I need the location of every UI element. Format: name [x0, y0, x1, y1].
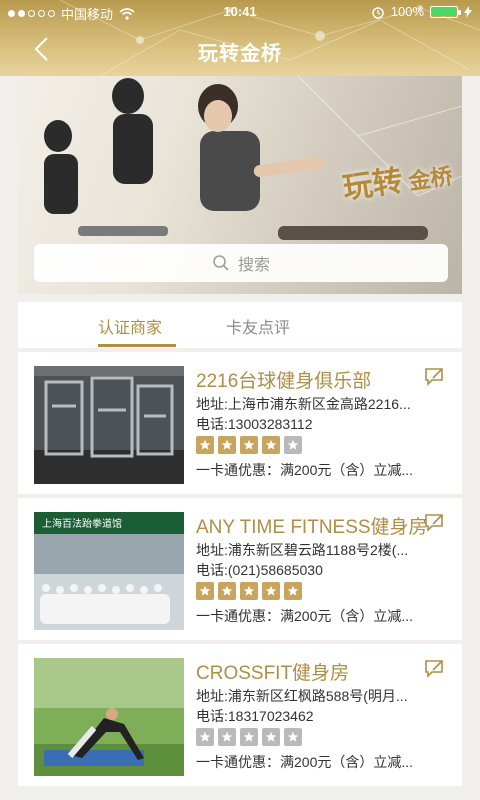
merchant-name: 2216台球健身俱乐部 — [196, 371, 372, 392]
merchant-address: 地址:上海市浦东新区金高路2216... — [196, 396, 411, 412]
star-empty-icon — [262, 728, 280, 746]
star-filled-icon — [218, 582, 236, 600]
tab-certified-merchants[interactable]: 认证商家 — [98, 314, 162, 338]
alarm-icon — [372, 6, 384, 19]
hero-banner[interactable]: 玩转金桥 搜索 — [18, 76, 462, 294]
star-empty-icon — [284, 436, 302, 454]
merchant-photo — [34, 658, 184, 776]
search-bar[interactable]: 搜索 — [34, 244, 448, 282]
nav-bar: 玩转金桥 — [0, 24, 480, 76]
tagline-main: 玩转 — [340, 163, 405, 207]
merchant-phone: 电话:13003283112 — [196, 416, 313, 432]
star-filled-icon — [262, 436, 280, 454]
merchant-phone: 电话:18317023462 — [196, 708, 314, 724]
star-empty-icon — [218, 728, 236, 746]
merchant-address: 地址:浦东新区碧云路1188号2楼(... — [196, 542, 409, 558]
header: 中国移动 10:41 100% 玩转金桥 — [0, 0, 480, 76]
merchant-promo: 一卡通优惠：满200元（含）立减... — [196, 462, 414, 478]
comment-edit-icon[interactable] — [424, 658, 446, 680]
merchant-photo — [34, 366, 184, 484]
star-filled-icon — [240, 436, 258, 454]
tab-member-reviews[interactable]: 卡友点评 — [226, 314, 290, 338]
star-filled-icon — [262, 582, 280, 600]
star-empty-icon — [240, 728, 258, 746]
tab-indicator — [98, 344, 176, 347]
merchant-card[interactable]: 上海百法跆拳道馆 ANY TIME FITNESS健身房 地址:浦东新区碧云路1… — [18, 498, 462, 640]
merchant-promo: 一卡通优惠：满200元（含）立减... — [196, 754, 414, 770]
merchant-phone: 电话:(021)58685030 — [196, 562, 323, 578]
star-filled-icon — [284, 582, 302, 600]
star-empty-icon — [196, 728, 214, 746]
merchant-address: 地址:浦东新区红枫路588号(明月... — [196, 688, 408, 704]
star-empty-icon — [284, 728, 302, 746]
merchant-promo: 一卡通优惠：满200元（含）立减... — [196, 608, 414, 624]
svg-text:上海百法跆拳道馆: 上海百法跆拳道馆 — [42, 517, 122, 530]
merchant-photo: 上海百法跆拳道馆 — [34, 512, 184, 630]
star-filled-icon — [196, 582, 214, 600]
rating-stars — [196, 436, 302, 454]
merchant-name: CROSSFIT健身房 — [196, 663, 350, 684]
tagline-sub: 金桥 — [406, 163, 455, 196]
merchant-card[interactable]: 2216台球健身俱乐部 地址:上海市浦东新区金高路2216... 电话:1300… — [18, 352, 462, 494]
star-filled-icon — [240, 582, 258, 600]
merchant-name: ANY TIME FITNESS健身房 — [196, 517, 428, 538]
rating-stars — [196, 582, 302, 600]
charging-icon — [464, 5, 472, 18]
comment-edit-icon[interactable] — [424, 512, 446, 534]
battery-icon — [430, 5, 461, 18]
battery-percent: 100% — [390, 4, 424, 19]
search-icon — [213, 255, 229, 271]
tab-bar: 认证商家 卡友点评 — [18, 302, 462, 348]
search-placeholder: 搜索 — [237, 257, 270, 274]
merchant-card[interactable]: CROSSFIT健身房 地址:浦东新区红枫路588号(明月... 电话:1831… — [18, 644, 462, 786]
comment-edit-icon[interactable] — [424, 366, 446, 388]
page-title: 玩转金桥 — [198, 43, 282, 65]
rating-stars — [196, 728, 302, 746]
star-filled-icon — [218, 436, 236, 454]
status-bar: 中国移动 10:41 100% — [0, 0, 480, 24]
star-filled-icon — [196, 436, 214, 454]
